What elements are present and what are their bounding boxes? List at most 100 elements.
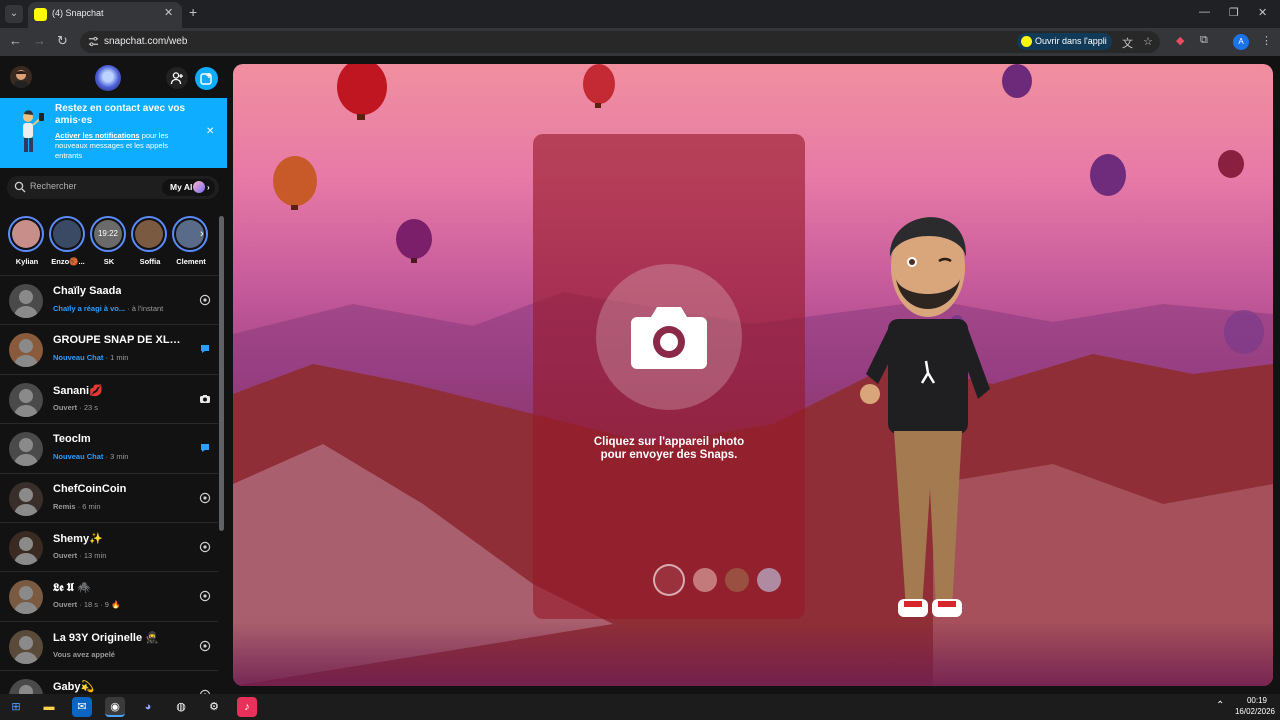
chat-row[interactable]: Sanani💋 Ouvert · 23 s [0, 373, 218, 423]
chat-avatar [9, 333, 43, 368]
chat-status: Chaïly a réagi à vo... · à l'instant [53, 304, 164, 313]
story-item[interactable]: 19:22 SK [90, 216, 128, 266]
url-text[interactable]: snapchat.com/web [104, 36, 187, 47]
browser-tab[interactable]: (4) Snapchat ✕ [28, 2, 182, 28]
lens-none-button[interactable] [653, 564, 685, 596]
tab-search-chevron-icon[interactable]: ⌄ [5, 5, 23, 23]
chat-row[interactable]: ChefCoinCoin Remis · 6 min [0, 472, 218, 522]
camera-reply-icon[interactable] [199, 393, 211, 405]
banner-close-icon[interactable]: ✕ [206, 126, 214, 137]
stories-next-chevron-icon[interactable]: › [200, 228, 204, 240]
add-friend-icon [170, 72, 183, 85]
replay-icon[interactable] [199, 541, 211, 553]
sidebar: Restez en contact avec vos amis·es Activ… [0, 56, 227, 694]
story-item[interactable]: Soffia [131, 216, 169, 266]
back-icon[interactable]: ← [9, 33, 22, 48]
chat-row[interactable]: Teoclm Nouveau Chat · 3 min [0, 423, 218, 472]
search-input[interactable]: Rechercher [30, 181, 77, 191]
new-chat-icon [200, 73, 212, 85]
lens-option[interactable] [693, 568, 717, 592]
extension-icon[interactable]: ◆ [1176, 34, 1184, 47]
chat-status: Vous avez appelé [53, 650, 115, 659]
enable-notifications-link[interactable]: Activer les notifications [55, 131, 140, 140]
add-friend-button[interactable] [166, 67, 188, 89]
chat-row[interactable]: Gaby💫 [0, 670, 218, 694]
forward-icon[interactable]: → [33, 33, 46, 48]
discord-icon[interactable]: ◕ [138, 697, 158, 717]
story-item[interactable]: Enzo🏀... [49, 216, 87, 266]
camera-scene: Cliquez sur l'appareil photo pour envoye… [233, 64, 1273, 686]
story-name: Soffia [139, 257, 161, 266]
replay-icon[interactable] [199, 294, 211, 306]
stories-carousel: Kylian Enzo🏀... 19:22 SK Soffia Clement … [0, 206, 227, 271]
chat-row[interactable]: La 93Y Originelle 🥷 Vous avez appelé [0, 620, 218, 670]
my-ai-avatar-icon [193, 181, 205, 193]
chat-row[interactable]: Chaïly Saada Chaïly a réagi à vo... · à l… [0, 275, 218, 324]
camera-icon [631, 307, 707, 369]
settings-gear-icon[interactable]: ⚙ [204, 697, 224, 717]
story-thumbnail [12, 220, 40, 248]
extensions-puzzle-icon[interactable]: ⧉ [1200, 34, 1208, 47]
minimize-icon[interactable]: — [1199, 6, 1210, 18]
chat-name: ChefCoinCoin [53, 482, 127, 495]
open-in-app-button[interactable]: Ouvrir dans l'appli [1017, 33, 1112, 50]
tiktok-icon[interactable]: ♪ [237, 697, 257, 717]
my-ai-button[interactable]: My AI › [162, 179, 215, 196]
restore-icon[interactable]: ❐ [1229, 6, 1239, 19]
sidebar-scrollbar[interactable] [219, 216, 224, 531]
browser-menu-icon[interactable]: ⋮ [1261, 34, 1272, 47]
reload-icon[interactable]: ↻ [57, 33, 68, 49]
chrome-icon[interactable]: ◉ [105, 697, 125, 717]
browser-tab-strip: ⌄ (4) Snapchat ✕ + — ❐ ✕ [0, 0, 1280, 28]
translate-icon[interactable]: 文 [1122, 35, 1133, 51]
snapchat-web-app: Restez en contact avec vos amis·es Activ… [0, 56, 1280, 694]
chat-row[interactable]: Shemy✨ Ouvert · 13 min [0, 522, 218, 571]
camera-button[interactable] [596, 264, 742, 410]
chat-name: Sanani💋 [53, 384, 103, 397]
story-thumbnail [53, 220, 81, 248]
mail-app-icon[interactable]: ✉ [72, 697, 92, 717]
windows-start-icon[interactable]: ⊞ [6, 697, 26, 717]
browser-toolbar: ← → ↻ snapchat.com/web Ouvrir dans l'app… [0, 28, 1280, 56]
chat-time: à l'instant [131, 304, 164, 313]
notifications-banner: Restez en contact avec vos amis·es Activ… [0, 98, 227, 168]
chat-time: 1 min [110, 353, 129, 363]
site-info-icon[interactable] [88, 36, 99, 47]
file-explorer-icon[interactable]: ▬ [39, 697, 59, 717]
profile-avatar[interactable]: A [1233, 34, 1249, 50]
tab-close-icon[interactable]: ✕ [164, 6, 173, 19]
clock-time[interactable]: 00:19 [1238, 696, 1276, 705]
camera-panel: Cliquez sur l'appareil photo pour envoye… [533, 134, 805, 619]
chat-row[interactable]: 𝕷𝖊 𝖀 🕷️ Ouvert · 18 s · 9 🔥 [0, 571, 218, 620]
new-chat-button[interactable] [195, 67, 218, 90]
clock-date[interactable]: 16/02/2026 [1232, 707, 1278, 716]
my-profile-avatar[interactable] [10, 66, 32, 88]
chat-status-tag: Remis [53, 501, 76, 511]
chat-status: Nouveau Chat · 3 min [53, 452, 129, 462]
lens-option[interactable] [725, 568, 749, 592]
chat-icon[interactable] [199, 442, 211, 454]
my-ai-label: My AI [170, 182, 193, 192]
window-close-icon[interactable]: ✕ [1258, 6, 1267, 19]
story-item[interactable]: Clement [172, 216, 210, 266]
story-item[interactable]: Kylian [8, 216, 46, 266]
address-bar[interactable]: snapchat.com/web Ouvrir dans l'appli 文 ☆ [80, 31, 1160, 53]
chevron-right-icon: › [207, 183, 210, 192]
bookmark-star-icon[interactable]: ☆ [1143, 35, 1153, 48]
spotlight-icon[interactable] [95, 65, 121, 91]
tray-chevron-icon[interactable]: ⌃ [1216, 700, 1224, 711]
replay-icon[interactable] [199, 492, 211, 504]
chat-status-tag: Ouvert [53, 600, 78, 610]
search-bar[interactable]: Rechercher My AI › [7, 176, 219, 199]
lens-option[interactable] [757, 568, 781, 592]
chat-avatar [9, 432, 43, 467]
chat-row[interactable]: GROUPE SNAP DE XLAS... Nouveau Chat · 1 m… [0, 324, 218, 373]
banner-body: Activer les notifications pour les nouve… [55, 131, 195, 161]
sidebar-header [0, 56, 227, 98]
replay-icon[interactable] [199, 590, 211, 602]
chat-icon[interactable] [199, 343, 211, 355]
steam-icon[interactable]: ◍ [171, 697, 191, 717]
chat-status-tag: Ouvert [53, 402, 78, 412]
replay-icon[interactable] [199, 640, 211, 652]
new-tab-button[interactable]: + [189, 4, 197, 20]
